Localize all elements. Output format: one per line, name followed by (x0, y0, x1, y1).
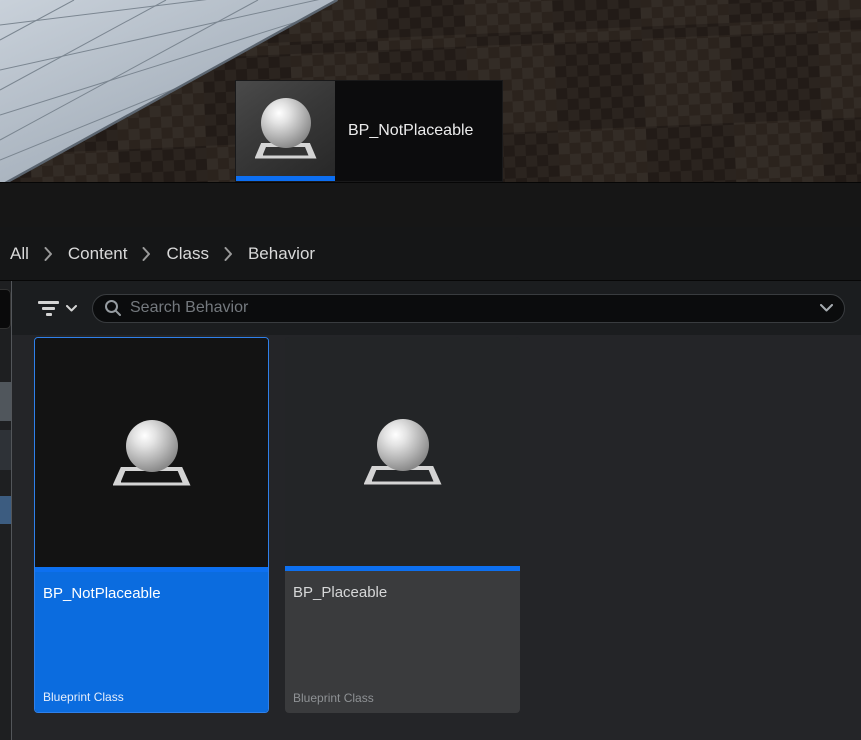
asset-label-area: BP_NotPlaceable Blueprint Class (35, 572, 268, 712)
sphere-shape (126, 420, 178, 472)
filter-button[interactable] (38, 301, 77, 316)
asset-color-bar (236, 176, 335, 181)
breadcrumb-item-all[interactable]: All (10, 244, 42, 264)
chevron-down-icon (66, 305, 77, 312)
drag-preview-thumbnail (236, 81, 335, 181)
level-viewport[interactable]: BP_NotPlaceable (0, 0, 861, 182)
asset-label-area: BP_Placeable Blueprint Class (285, 571, 520, 713)
sources-panel-fragment[interactable] (0, 382, 11, 421)
breadcrumb-item-class[interactable]: Class (153, 244, 222, 264)
unreal-editor-window: BP_NotPlaceable All Content Class Behavi… (0, 0, 861, 740)
asset-thumbnail (35, 338, 268, 567)
sources-panel-fragment[interactable] (0, 430, 11, 470)
sphere-shape (377, 419, 429, 471)
content-browser-body: BP_NotPlaceable Blueprint Class BP_Pl (0, 281, 861, 740)
search-text-field[interactable] (130, 299, 812, 317)
sources-panel-fragment[interactable] (0, 289, 11, 329)
asset-tile-bp-notplaceable[interactable]: BP_NotPlaceable Blueprint Class (34, 337, 269, 713)
sphere-shape (261, 98, 311, 148)
chevron-right-icon (140, 247, 153, 261)
blueprint-sphere-icon (255, 98, 317, 159)
sources-panel-fragment[interactable] (0, 496, 11, 524)
breadcrumb-item-content[interactable]: Content (55, 244, 141, 264)
asset-type-label: Blueprint Class (293, 691, 374, 705)
asset-tile-bp-placeable[interactable]: BP_Placeable Blueprint Class (285, 337, 520, 713)
asset-name: BP_NotPlaceable (43, 585, 260, 602)
drag-preview-label: BP_NotPlaceable (335, 81, 502, 181)
magnifier-icon (104, 299, 122, 317)
asset-thumbnail (285, 337, 520, 566)
drag-preview[interactable]: BP_NotPlaceable (235, 80, 503, 182)
content-browser-header (0, 182, 861, 227)
chevron-right-icon (42, 247, 55, 261)
sources-panel-edge (0, 281, 12, 740)
asset-view-pane: BP_NotPlaceable Blueprint Class BP_Pl (12, 281, 861, 740)
asset-type-label: Blueprint Class (43, 690, 124, 704)
chevron-right-icon (222, 247, 235, 261)
asset-name: BP_Placeable (293, 584, 512, 601)
blueprint-sphere-icon (364, 419, 442, 485)
asset-grid[interactable]: BP_NotPlaceable Blueprint Class BP_Pl (12, 335, 861, 740)
filter-funnel-icon (38, 301, 59, 316)
search-input[interactable] (92, 294, 845, 323)
breadcrumb-item-behavior[interactable]: Behavior (235, 244, 328, 264)
search-row (12, 281, 861, 335)
breadcrumb: All Content Class Behavior (0, 227, 861, 281)
blueprint-sphere-icon (113, 420, 191, 486)
search-options-button[interactable] (820, 304, 833, 312)
